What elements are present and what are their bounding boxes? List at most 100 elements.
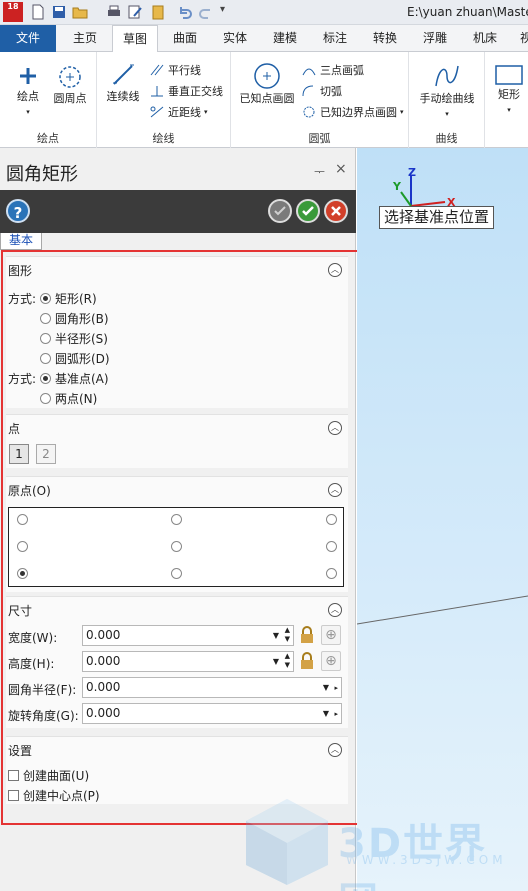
dropdown-arrow-icon[interactable]: ▼ xyxy=(323,704,329,723)
collapse-point-icon[interactable]: ︿ xyxy=(328,421,342,435)
create-center-point-label: 创建中心点(P) xyxy=(23,789,100,803)
tangent-arc-button[interactable]: 切弧 xyxy=(301,83,342,99)
three-point-arc-button[interactable]: 三点画弧 xyxy=(301,62,364,78)
undo-icon[interactable] xyxy=(177,4,193,20)
tab-sketch[interactable]: 草图 xyxy=(112,25,158,53)
rotation-angle-field[interactable]: 0.000 ▼ ▸ xyxy=(82,703,342,724)
spinner-icon[interactable]: ▲ ▼ xyxy=(285,652,290,670)
radio-arc[interactable] xyxy=(40,353,51,364)
dropdown-arrow-icon[interactable]: ▼ xyxy=(323,678,329,697)
tab-home[interactable]: 主页 xyxy=(66,25,104,52)
width-field[interactable]: 0.000 ▼ ▲ ▼ xyxy=(82,625,294,646)
manual-curve-button[interactable]: 手动绘曲线 ▾ xyxy=(417,62,477,119)
panel-action-bar: ? xyxy=(0,190,356,233)
shape-option-arc[interactable]: 圆弧形(D) xyxy=(40,350,110,367)
origin-bottom-left[interactable] xyxy=(17,568,28,579)
radio-rounded[interactable] xyxy=(40,313,51,324)
tab-model[interactable]: 建模 xyxy=(266,25,304,52)
width-label-text: 宽度(W): xyxy=(8,631,58,645)
shape-mode-text: 方式: xyxy=(8,292,37,306)
pin-icon[interactable]: ᅮ xyxy=(314,163,325,180)
rectangle-button[interactable]: 矩形 ▾ xyxy=(491,64,527,115)
origin-center[interactable] xyxy=(171,541,182,552)
create-surface-checkbox[interactable] xyxy=(8,770,19,781)
lock-icon[interactable] xyxy=(299,626,315,644)
draw-point-button[interactable]: 绘点 ▾ xyxy=(10,64,46,117)
circle-center-point-button[interactable]: 已知点画圆 xyxy=(237,62,297,106)
save-icon[interactable] xyxy=(51,4,67,20)
origin-grid xyxy=(8,507,344,587)
collapse-origin-icon[interactable]: ︿ xyxy=(328,483,342,497)
tab-machine[interactable]: 机床 xyxy=(466,25,504,52)
radio-radius[interactable] xyxy=(40,333,51,344)
shape-option-radius[interactable]: 半径形(S) xyxy=(40,330,108,347)
radio-base-point[interactable] xyxy=(40,373,51,384)
lock-icon[interactable] xyxy=(299,652,315,670)
point-2-button[interactable]: 2 xyxy=(36,444,56,464)
open-folder-icon[interactable] xyxy=(72,4,88,20)
tab-solid[interactable]: 实体 xyxy=(216,25,254,52)
collapse-shape-icon[interactable]: ︿ xyxy=(328,263,342,277)
close-panel-button[interactable]: × xyxy=(335,161,347,177)
edit-icon[interactable] xyxy=(127,4,143,20)
origin-middle-left[interactable] xyxy=(17,541,28,552)
circle-point-button[interactable]: 圆周点 xyxy=(50,64,90,106)
origin-top-right[interactable] xyxy=(326,514,337,525)
perpendicular-line-button[interactable]: 垂直正交线 xyxy=(149,83,223,99)
parallel-line-button[interactable]: 平行线 xyxy=(149,62,201,78)
crosshair-icon[interactable]: ⊕ xyxy=(321,625,341,645)
anchor-mode-label: 方式: xyxy=(8,370,36,387)
shape-option-rounded[interactable]: 圆角形(B) xyxy=(40,310,109,327)
collapse-size-icon[interactable]: ︿ xyxy=(328,603,342,617)
new-file-icon[interactable] xyxy=(30,4,46,20)
help-button[interactable]: ? xyxy=(6,199,30,223)
polyline-button[interactable]: 连续线 xyxy=(103,62,143,104)
tab-basic[interactable]: 基本 xyxy=(0,233,42,250)
tab-transform[interactable]: 转换 xyxy=(366,25,404,52)
circle-edge-point-button[interactable]: 已知边界点画圆 ▾ xyxy=(301,104,404,120)
spinner-icon[interactable]: ▲ ▼ xyxy=(285,626,290,644)
circle-point-label: 圆周点 xyxy=(53,92,87,105)
corner-radius-field[interactable]: 0.000 ▼ ▸ xyxy=(82,677,342,698)
tab-dimension[interactable]: 标注 xyxy=(316,25,354,52)
closest-line-button[interactable]: 近距线 ▾ xyxy=(149,104,208,120)
radio-rectangle[interactable] xyxy=(40,293,51,304)
origin-top-center[interactable] xyxy=(171,514,182,525)
tab-surface[interactable]: 曲面 xyxy=(166,25,204,52)
origin-middle-right[interactable] xyxy=(326,541,337,552)
collapse-settings-icon[interactable]: ︿ xyxy=(328,743,342,757)
tab-file[interactable]: 文件 xyxy=(0,25,56,52)
crosshair-icon[interactable]: ⊕ xyxy=(321,651,341,671)
redo-icon[interactable] xyxy=(198,4,214,20)
cancel-button[interactable] xyxy=(324,199,348,223)
spinner-icon[interactable]: ▸ xyxy=(334,684,338,693)
origin-bottom-right[interactable] xyxy=(326,568,337,579)
apply-button[interactable] xyxy=(268,199,292,223)
ok-button[interactable] xyxy=(296,199,320,223)
spinner-icon[interactable]: ▸ xyxy=(334,710,338,719)
dropdown-arrow-icon[interactable]: ▼ xyxy=(273,652,279,671)
create-center-point-option[interactable]: 创建中心点(P) xyxy=(8,787,100,804)
anchor-option-two-points[interactable]: 两点(N) xyxy=(40,390,97,407)
clipboard-icon[interactable] xyxy=(150,4,166,20)
create-surface-option[interactable]: 创建曲面(U) xyxy=(8,767,89,784)
shape-option-rectangle[interactable]: 矩形(R) xyxy=(40,290,97,307)
print-icon[interactable] xyxy=(106,4,122,20)
customize-dropdown-icon[interactable]: ▾ xyxy=(220,4,236,20)
circle-edge-icon xyxy=(303,106,315,118)
tangent-arc-label: 切弧 xyxy=(320,85,342,98)
group-line-label: 绘线 xyxy=(152,132,175,145)
point-1-button[interactable]: 1 xyxy=(9,444,29,464)
tab-relief[interactable]: 浮雕 xyxy=(416,25,454,52)
graphics-viewport[interactable]: Z X Y 选择基准点位置 xyxy=(357,148,528,891)
origin-top-left[interactable] xyxy=(17,514,28,525)
tab-view[interactable]: 视 xyxy=(514,25,528,52)
create-center-point-checkbox[interactable] xyxy=(8,790,19,801)
height-field[interactable]: 0.000 ▼ ▲ ▼ xyxy=(82,651,294,672)
radio-two-points[interactable] xyxy=(40,393,51,404)
dropdown-arrow-icon[interactable]: ▼ xyxy=(273,626,279,645)
parallel-line-label: 平行线 xyxy=(168,64,201,77)
anchor-option-base-point[interactable]: 基准点(A) xyxy=(40,370,109,387)
origin-bottom-center[interactable] xyxy=(171,568,182,579)
parallel-line-icon xyxy=(150,64,164,76)
